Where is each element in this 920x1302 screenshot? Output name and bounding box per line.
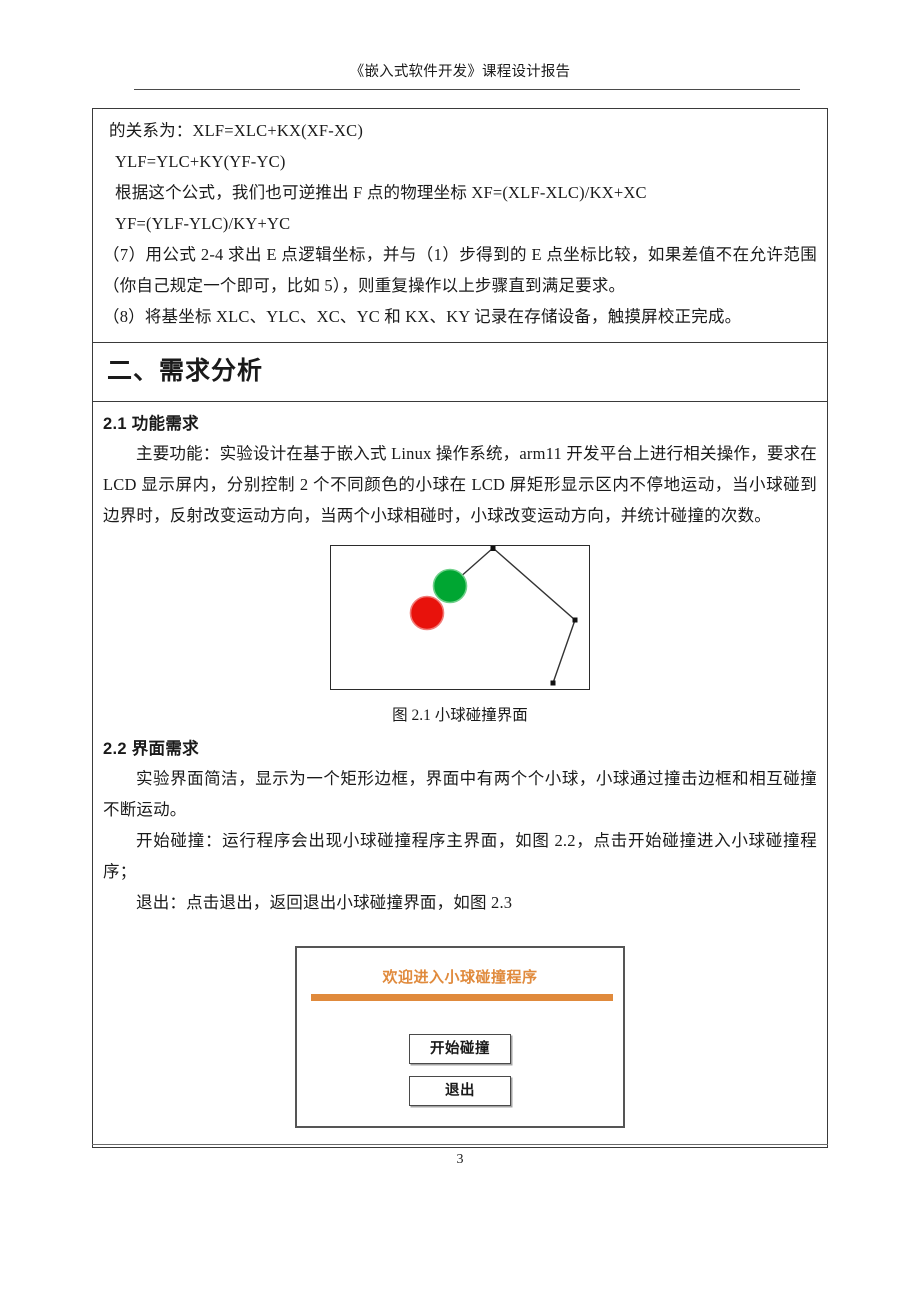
green-ball-icon bbox=[432, 568, 467, 604]
trajectory-path bbox=[449, 547, 576, 684]
figure-2-2: 欢迎进入小球碰撞程序 开始碰撞 退出 bbox=[103, 932, 817, 1133]
content-cell: 2.1 功能需求 主要功能：实验设计在基于嵌入式 Linux 操作系统，arm1… bbox=[93, 401, 827, 1147]
section-2-2-body-1: 实验界面简洁，显示为一个矩形边框，界面中有两个个小球，小球通过撞击边框和相互碰撞… bbox=[103, 769, 817, 819]
subheading-2-2: 2.2 界面需求 bbox=[103, 740, 199, 758]
app-divider-bar bbox=[311, 994, 613, 1001]
subheading-2-1: 2.1 功能需求 bbox=[103, 415, 199, 433]
section-heading-cell: 二、需求分析 bbox=[93, 342, 827, 401]
app-main-window-mock: 欢迎进入小球碰撞程序 开始碰撞 退出 bbox=[295, 946, 625, 1128]
section-2-2-body-3: 退出：点击退出，返回退出小球碰撞界面，如图 2.3 bbox=[136, 893, 513, 912]
vertex-marker-right bbox=[572, 617, 577, 623]
formula-cell: 的关系为：XLF=XLC+KX(XF-XC) YLF=YLC+KY(YF-YC)… bbox=[93, 109, 827, 342]
section-2-2-body-2: 开始碰撞：运行程序会出现小球碰撞程序主界面，如图 2.2，点击开始碰撞进入小球碰… bbox=[103, 831, 817, 881]
formula-line-4: YF=(YLF-YLC)/KY+YC bbox=[115, 214, 291, 233]
vertex-marker-bottom bbox=[550, 680, 555, 686]
formula-line-2: YLF=YLC+KY(YF-YC) bbox=[115, 152, 286, 171]
page-number: 3 bbox=[456, 1152, 464, 1167]
footer-rule bbox=[92, 1144, 828, 1145]
step-7-paragraph: （7）用公式 2-4 求出 E 点逻辑坐标，并与（1）步得到的 E 点坐标比较，… bbox=[103, 245, 817, 295]
exit-button[interactable]: 退出 bbox=[409, 1076, 511, 1106]
formula-line-3: 根据这个公式，我们也可逆推出 F 点的物理坐标 XF=(XLF-XLC)/KX+… bbox=[115, 183, 647, 202]
document-page: 《嵌入式软件开发》课程设计报告 的关系为：XLF=XLC+KX(XF-XC) Y… bbox=[0, 0, 920, 1302]
start-collision-button[interactable]: 开始碰撞 bbox=[409, 1034, 511, 1064]
figure-2-1: 图 2.1 小球碰撞界面 bbox=[103, 545, 817, 731]
section-2-1-body: 主要功能：实验设计在基于嵌入式 Linux 操作系统，arm11 开发平台上进行… bbox=[103, 444, 817, 525]
running-header-title: 《嵌入式软件开发》课程设计报告 bbox=[349, 64, 571, 80]
vertex-marker-top bbox=[490, 546, 495, 551]
app-welcome-title: 欢迎进入小球碰撞程序 bbox=[382, 969, 538, 986]
header-rule bbox=[134, 89, 800, 90]
figure-2-1-caption: 图 2.1 小球碰撞界面 bbox=[392, 707, 528, 724]
ball-collision-canvas bbox=[330, 545, 590, 690]
document-table: 的关系为：XLF=XLC+KX(XF-XC) YLF=YLC+KY(YF-YC)… bbox=[92, 108, 828, 1148]
red-ball-icon bbox=[409, 595, 444, 631]
step-8-paragraph: （8）将基坐标 XLC、YLC、XC、YC 和 KX、KY 记录在存储设备，触摸… bbox=[103, 307, 742, 326]
formula-line-1: 的关系为：XLF=XLC+KX(XF-XC) bbox=[109, 121, 364, 140]
page-title: 二、需求分析 bbox=[107, 357, 264, 385]
ball-trajectory-svg bbox=[409, 546, 577, 686]
